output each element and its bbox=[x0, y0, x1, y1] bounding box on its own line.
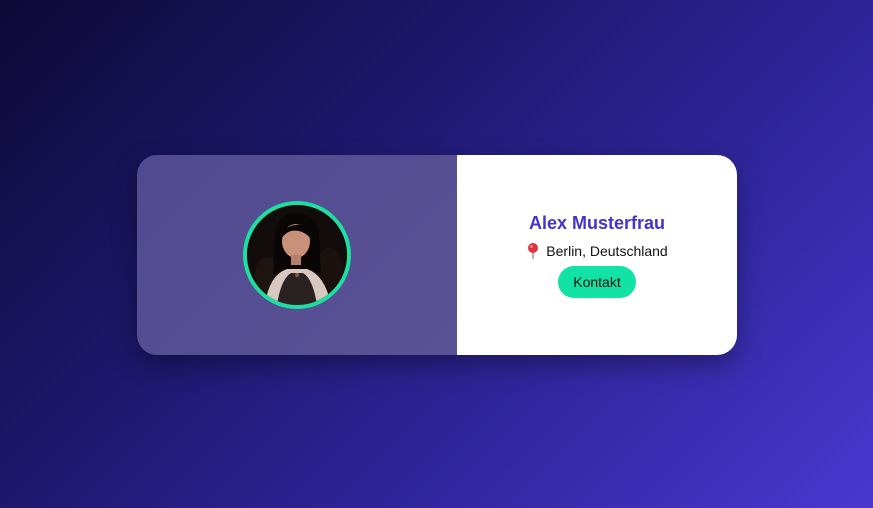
map-pin-icon bbox=[526, 242, 540, 260]
profile-card: Alex Musterfrau Berlin, Deutschland Kont… bbox=[137, 155, 737, 355]
avatar-photo bbox=[247, 205, 347, 305]
profile-location: Berlin, Deutschland bbox=[526, 242, 668, 260]
avatar bbox=[243, 201, 351, 309]
contact-button[interactable]: Kontakt bbox=[558, 265, 636, 298]
profile-name: Alex Musterfrau bbox=[528, 212, 666, 233]
profile-location-text: Berlin, Deutschland bbox=[546, 242, 668, 259]
profile-card-left-panel bbox=[137, 155, 457, 355]
profile-card-info-panel: Alex Musterfrau Berlin, Deutschland Kont… bbox=[457, 155, 737, 355]
